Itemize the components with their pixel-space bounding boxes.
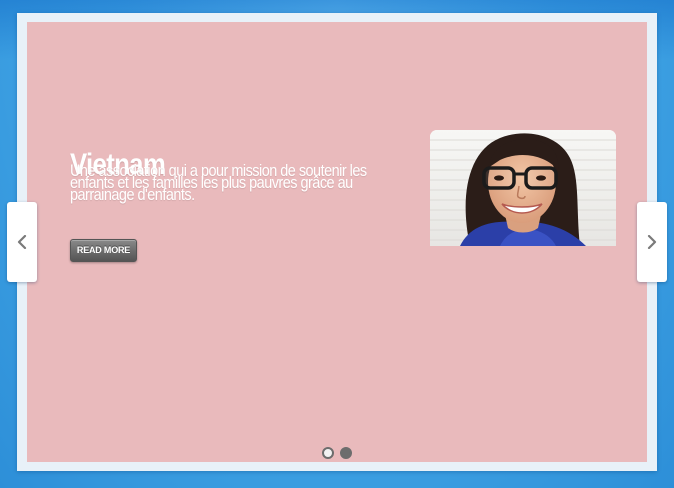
chevron-right-icon [647, 235, 657, 249]
chevron-left-icon [17, 235, 27, 249]
slide: Vietnam Une association qui a pour missi… [27, 22, 647, 462]
woman-portrait-image [430, 130, 616, 246]
next-slide-button[interactable] [637, 202, 667, 282]
read-more-button[interactable]: READ MORE [70, 239, 137, 262]
slider-frame: Vietnam Une association qui a pour missi… [17, 13, 657, 471]
slide-photo [430, 130, 616, 246]
pagination-dot-2[interactable] [340, 447, 352, 459]
slide-description: Une association qui a pour mission de so… [70, 161, 367, 204]
previous-slide-button[interactable] [7, 202, 37, 282]
pagination-dot-1[interactable] [322, 447, 334, 459]
